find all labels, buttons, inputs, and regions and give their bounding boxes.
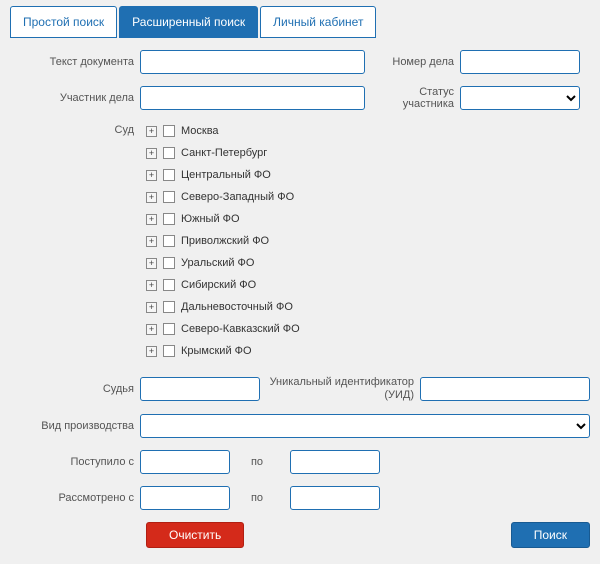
uid-input[interactable] (420, 377, 590, 401)
participant-input[interactable] (140, 86, 365, 110)
court-checkbox[interactable] (163, 147, 175, 159)
search-form-container: Простой поиск Расширенный поиск Личный к… (0, 0, 600, 562)
expand-icon[interactable]: + (146, 170, 157, 181)
reviewed-to-label: по (230, 492, 290, 504)
received-from-label: Поступило с (10, 456, 140, 468)
case-number-label: Номер дела (365, 56, 460, 68)
court-item: + Северо-Западный ФО (146, 186, 590, 208)
court-item: + Приволжский ФО (146, 230, 590, 252)
expand-icon[interactable]: + (146, 324, 157, 335)
expand-icon[interactable]: + (146, 346, 157, 357)
court-checkbox[interactable] (163, 213, 175, 225)
court-item: + Северо-Кавказский ФО (146, 318, 590, 340)
proceeding-type-select[interactable] (140, 414, 590, 438)
court-item-label: Санкт-Петербург (181, 147, 267, 159)
court-item-label: Приволжский ФО (181, 235, 269, 247)
expand-icon[interactable]: + (146, 126, 157, 137)
court-item: + Дальневосточный ФО (146, 296, 590, 318)
expand-icon[interactable]: + (146, 148, 157, 159)
participant-label: Участник дела (10, 92, 140, 104)
court-item-label: Северо-Западный ФО (181, 191, 294, 203)
participant-status-label: Статус участника (365, 86, 460, 110)
expand-icon[interactable]: + (146, 302, 157, 313)
court-checkbox[interactable] (163, 323, 175, 335)
court-item-label: Уральский ФО (181, 257, 254, 269)
court-checkbox[interactable] (163, 301, 175, 313)
doc-text-input[interactable] (140, 50, 365, 74)
case-number-input[interactable] (460, 50, 580, 74)
doc-text-label: Текст документа (10, 56, 140, 68)
judge-input[interactable] (140, 377, 260, 401)
court-item: + Центральный ФО (146, 164, 590, 186)
received-to-label: по (230, 456, 290, 468)
received-to-input[interactable] (290, 450, 380, 474)
court-item-label: Москва (181, 125, 219, 137)
expand-icon[interactable]: + (146, 214, 157, 225)
tab-simple-search[interactable]: Простой поиск (10, 6, 117, 38)
expand-icon[interactable]: + (146, 192, 157, 203)
advanced-search-form: Текст документа Номер дела Участник дела… (10, 38, 590, 548)
court-item: + Москва (146, 120, 590, 142)
participant-status-select[interactable] (460, 86, 580, 110)
received-from-input[interactable] (140, 450, 230, 474)
court-item-label: Южный ФО (181, 213, 240, 225)
tab-personal-cabinet[interactable]: Личный кабинет (260, 6, 376, 38)
reviewed-from-input[interactable] (140, 486, 230, 510)
court-item-label: Северо-Кавказский ФО (181, 323, 300, 335)
court-item-label: Центральный ФО (181, 169, 271, 181)
clear-button[interactable]: Очистить (146, 522, 244, 548)
search-button[interactable]: Поиск (511, 522, 590, 548)
court-checkbox[interactable] (163, 345, 175, 357)
court-checkbox[interactable] (163, 279, 175, 291)
expand-icon[interactable]: + (146, 258, 157, 269)
court-checkbox[interactable] (163, 169, 175, 181)
court-label: Суд (10, 122, 140, 136)
court-checkbox[interactable] (163, 191, 175, 203)
court-item-label: Крымский ФО (181, 345, 252, 357)
court-checkbox[interactable] (163, 235, 175, 247)
proceeding-type-label: Вид производства (10, 420, 140, 432)
court-item-label: Дальневосточный ФО (181, 301, 293, 313)
reviewed-from-label: Рассмотрено с (10, 492, 140, 504)
court-item: + Крымский ФО (146, 340, 590, 362)
court-item: + Уральский ФО (146, 252, 590, 274)
court-item: + Южный ФО (146, 208, 590, 230)
expand-icon[interactable]: + (146, 280, 157, 291)
reviewed-to-input[interactable] (290, 486, 380, 510)
tab-advanced-search[interactable]: Расширенный поиск (119, 6, 258, 38)
expand-icon[interactable]: + (146, 236, 157, 247)
court-checkbox[interactable] (163, 257, 175, 269)
court-tree: + Москва + Санкт-Петербург + Центральный… (146, 120, 590, 362)
uid-label: Уникальный идентификатор (УИД) (260, 376, 420, 402)
court-checkbox[interactable] (163, 125, 175, 137)
judge-label: Судья (10, 383, 140, 395)
court-item: + Санкт-Петербург (146, 142, 590, 164)
court-item: + Сибирский ФО (146, 274, 590, 296)
tabs: Простой поиск Расширенный поиск Личный к… (10, 6, 590, 38)
court-item-label: Сибирский ФО (181, 279, 256, 291)
